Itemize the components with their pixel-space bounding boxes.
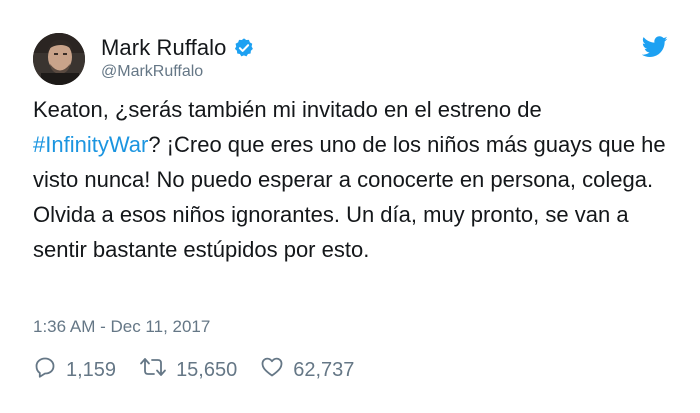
reply-icon xyxy=(33,355,57,385)
reply-count: 1,159 xyxy=(66,358,117,381)
reply-button[interactable]: 1,159 xyxy=(33,355,116,385)
like-button[interactable]: 62,737 xyxy=(260,355,354,385)
author-name-row: Mark Ruffalo xyxy=(101,34,255,62)
display-name[interactable]: Mark Ruffalo xyxy=(101,35,227,61)
tweet-timestamp[interactable]: 1:36 AM - Dec 11, 2017 xyxy=(33,317,210,337)
hashtag-link[interactable]: #InfinityWar xyxy=(33,132,148,157)
tweet-card: Mark Ruffalo @MarkRuffalo Keaton, ¿serás… xyxy=(0,0,700,413)
retweet-count: 15,650 xyxy=(176,358,238,381)
author-handle[interactable]: @MarkRuffalo xyxy=(101,63,203,81)
tweet-actions: 1,159 15,650 62,737 xyxy=(33,355,377,385)
retweet-icon xyxy=(139,355,167,385)
twitter-bird-icon[interactable] xyxy=(641,36,668,58)
tweet-text-part-1: Keaton, ¿serás también mi invitado en el… xyxy=(33,97,542,122)
heart-icon xyxy=(260,355,284,385)
verified-badge-icon xyxy=(233,37,255,59)
retweet-button[interactable]: 15,650 xyxy=(139,355,237,385)
avatar[interactable] xyxy=(33,33,85,85)
like-count: 62,737 xyxy=(293,358,355,381)
tweet-text: Keaton, ¿serás también mi invitado en el… xyxy=(33,92,673,267)
